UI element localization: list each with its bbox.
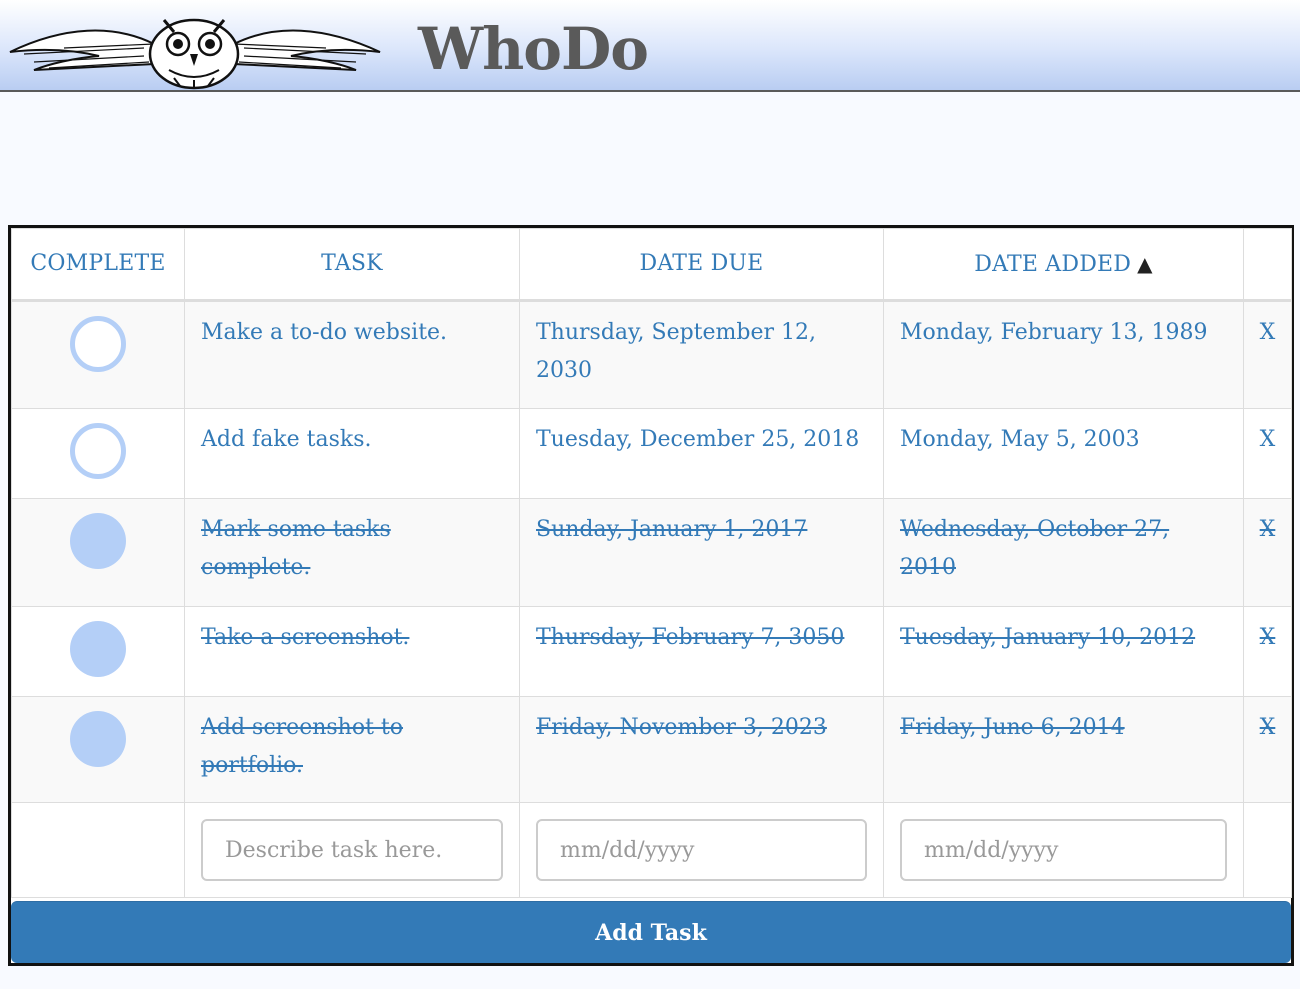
task-cell: Add screenshot to portfolio.	[184, 696, 520, 803]
date-added-input[interactable]	[900, 819, 1227, 881]
date-due-cell: Sunday, January 1, 2017	[519, 498, 884, 607]
header-complete[interactable]: COMPLETE	[11, 228, 185, 302]
task-table: COMPLETE TASK DATE DUE DATE ADDED ▲ Make …	[11, 228, 1292, 898]
complete-toggle[interactable]	[70, 711, 126, 767]
date-added-cell: Monday, May 5, 2003	[883, 408, 1244, 499]
new-date-due-cell	[519, 802, 884, 898]
new-task-complete-cell	[11, 802, 185, 898]
delete-button[interactable]: X	[1243, 606, 1292, 697]
complete-cell	[11, 696, 185, 803]
table-header-row: COMPLETE TASK DATE DUE DATE ADDED ▲	[11, 228, 1292, 302]
date-due-cell: Thursday, September 12, 2030	[519, 300, 884, 409]
sort-ascending-icon: ▲	[1137, 251, 1153, 276]
owl-logo-icon	[9, 18, 381, 90]
delete-button[interactable]: X	[1243, 300, 1292, 409]
date-due-input[interactable]	[536, 819, 867, 881]
new-task-row	[11, 802, 1292, 898]
app-header: WhoDo	[0, 0, 1300, 92]
task-description-input[interactable]	[201, 819, 503, 881]
table-row: Mark some tasks complete. Sunday, Januar…	[11, 498, 1292, 607]
complete-cell	[11, 408, 185, 499]
header-date-added-label: DATE ADDED	[974, 251, 1132, 277]
date-due-cell: Tuesday, December 25, 2018	[519, 408, 884, 499]
delete-button[interactable]: X	[1243, 696, 1292, 803]
task-table-container: COMPLETE TASK DATE DUE DATE ADDED ▲ Make …	[8, 225, 1294, 966]
complete-cell	[11, 300, 185, 409]
complete-toggle[interactable]	[70, 423, 126, 479]
new-task-cell	[184, 802, 520, 898]
add-task-button[interactable]: Add Task	[11, 901, 1291, 963]
table-row: Make a to-do website. Thursday, Septembe…	[11, 300, 1292, 409]
header-task[interactable]: TASK	[184, 228, 520, 302]
complete-toggle[interactable]	[70, 513, 126, 569]
task-cell: Mark some tasks complete.	[184, 498, 520, 607]
new-date-added-cell	[883, 802, 1244, 898]
complete-cell	[11, 498, 185, 607]
task-cell: Make a to-do website.	[184, 300, 520, 409]
complete-toggle[interactable]	[70, 621, 126, 677]
date-added-cell: Monday, February 13, 1989	[883, 300, 1244, 409]
delete-button[interactable]: X	[1243, 408, 1292, 499]
table-row: Add fake tasks. Tuesday, December 25, 20…	[11, 408, 1292, 499]
header-delete	[1243, 228, 1292, 302]
table-row: Add screenshot to portfolio. Friday, Nov…	[11, 696, 1292, 803]
header-date-added[interactable]: DATE ADDED ▲	[883, 228, 1244, 302]
table-row: Take a screenshot. Thursday, February 7,…	[11, 606, 1292, 697]
new-task-delete-cell	[1243, 802, 1292, 898]
header-date-due[interactable]: DATE DUE	[519, 228, 884, 302]
date-added-cell: Tuesday, January 10, 2012	[883, 606, 1244, 697]
date-added-cell: Wednesday, October 27, 2010	[883, 498, 1244, 607]
complete-cell	[11, 606, 185, 697]
date-due-cell: Thursday, February 7, 3050	[519, 606, 884, 697]
task-cell: Take a screenshot.	[184, 606, 520, 697]
app-title: WhoDo	[418, 15, 649, 83]
date-added-cell: Friday, June 6, 2014	[883, 696, 1244, 803]
date-due-cell: Friday, November 3, 2023	[519, 696, 884, 803]
complete-toggle[interactable]	[70, 316, 126, 372]
task-cell: Add fake tasks.	[184, 408, 520, 499]
delete-button[interactable]: X	[1243, 498, 1292, 607]
